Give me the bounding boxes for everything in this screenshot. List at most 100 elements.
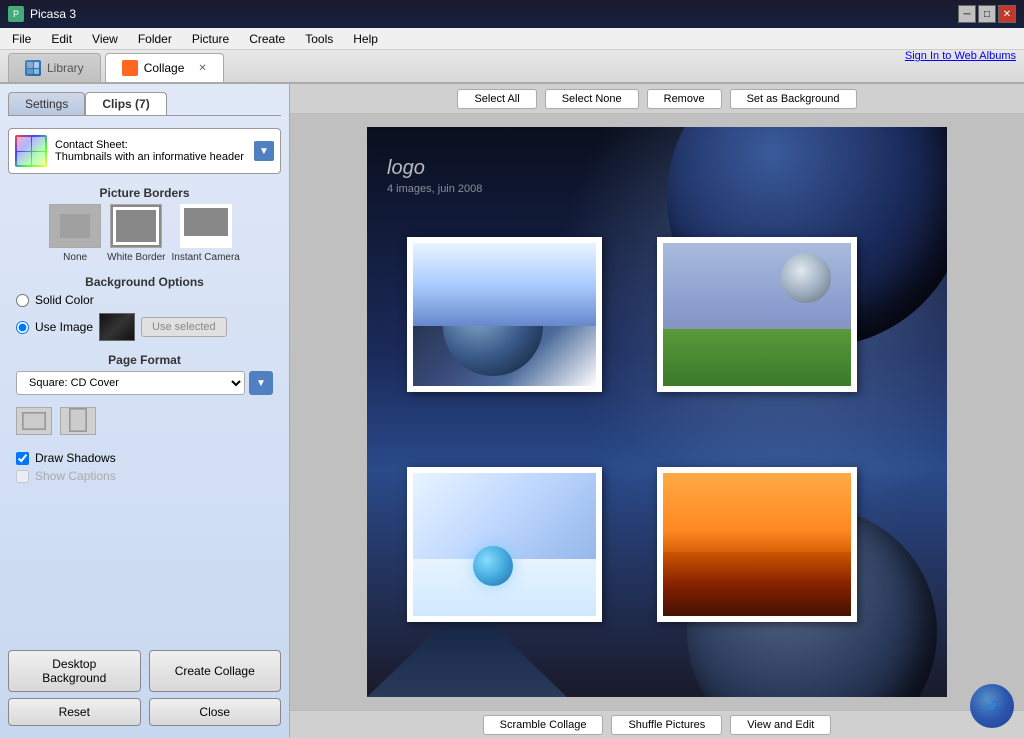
library-icon <box>25 60 41 76</box>
bottom-buttons: Desktop Background Create Collage Reset … <box>8 646 281 730</box>
tab-close-icon[interactable]: ✕ <box>198 63 206 74</box>
size-icon-portrait[interactable] <box>60 407 96 435</box>
logo-subtext: 4 images, juin 2008 <box>387 183 482 195</box>
picture-borders-section: Picture Borders None White Border <box>8 182 281 263</box>
use-image-row: Use Image Use selected <box>16 313 273 341</box>
photo3-orb <box>473 546 513 586</box>
border-white-label: White Border <box>107 252 165 263</box>
collage-icon <box>122 60 138 76</box>
use-selected-button[interactable]: Use selected <box>141 317 227 337</box>
top-btn-row: Desktop Background Create Collage <box>8 650 281 692</box>
none-icon <box>60 214 90 238</box>
remove-button[interactable]: Remove <box>647 89 722 109</box>
web-albums-link[interactable]: Sign In to Web Albums <box>905 50 1016 62</box>
watermark: 🔵 <box>970 684 1014 728</box>
solid-color-radio[interactable] <box>16 294 29 307</box>
create-collage-button[interactable]: Create Collage <box>149 650 282 692</box>
menu-picture[interactable]: Picture <box>184 30 237 48</box>
contact-sheet-icon <box>15 135 47 167</box>
border-none-thumb <box>49 204 101 248</box>
draw-shadows-label: Draw Shadows <box>35 451 116 465</box>
picture-borders-header: Picture Borders <box>8 186 281 200</box>
solid-color-label: Solid Color <box>35 293 94 307</box>
photo2-field <box>663 329 851 386</box>
logo-text: logo <box>387 157 425 180</box>
photo-thumb-1[interactable] <box>407 237 602 392</box>
menu-folder[interactable]: Folder <box>130 30 180 48</box>
border-none-label: None <box>63 252 87 263</box>
subtab-settings[interactable]: Settings <box>8 92 85 115</box>
contact-sheet-selector[interactable]: Contact Sheet: Thumbnails with an inform… <box>8 128 281 174</box>
draw-shadows-checkbox[interactable] <box>16 452 29 465</box>
show-captions-label: Show Captions <box>35 469 116 483</box>
right-panel: Select All Select None Remove Set as Bac… <box>290 84 1024 738</box>
photo-thumb-2[interactable] <box>657 237 857 392</box>
photo1-sky <box>413 243 596 326</box>
border-options: None White Border Instant Camera <box>8 204 281 263</box>
show-captions-row: Show Captions <box>16 469 273 483</box>
close-panel-button[interactable]: Close <box>149 698 282 726</box>
collage-toolbar: Select All Select None Remove Set as Bac… <box>290 84 1024 114</box>
border-white-thumb <box>110 204 162 248</box>
photo2-moon <box>781 253 831 303</box>
tab-collage[interactable]: Collage ✕ <box>105 53 224 82</box>
border-instant-label: Instant Camera <box>171 252 239 263</box>
menu-edit[interactable]: Edit <box>43 30 80 48</box>
solid-color-row: Solid Color <box>16 293 273 307</box>
app-icon: P <box>8 6 24 22</box>
show-captions-checkbox[interactable] <box>16 470 29 483</box>
border-instant-thumb <box>180 204 232 248</box>
scramble-collage-button[interactable]: Scramble Collage <box>483 715 604 735</box>
size-icon-landscape[interactable] <box>16 407 52 435</box>
draw-shadows-row: Draw Shadows <box>16 451 273 465</box>
menu-tools[interactable]: Tools <box>297 30 341 48</box>
contact-sheet-text: Contact Sheet: Thumbnails with an inform… <box>55 139 246 163</box>
menu-help[interactable]: Help <box>345 30 386 48</box>
close-button[interactable]: ✕ <box>998 5 1016 23</box>
border-instant-option[interactable]: Instant Camera <box>171 204 239 263</box>
select-none-button[interactable]: Select None <box>545 89 639 109</box>
landscape-icon <box>22 412 46 430</box>
menubar: File Edit View Folder Picture Create Too… <box>0 28 1024 50</box>
format-select[interactable]: Square: CD Cover <box>16 371 245 395</box>
shuffle-pictures-button[interactable]: Shuffle Pictures <box>611 715 722 735</box>
checkboxes-section: Draw Shadows Show Captions <box>8 447 281 487</box>
titlebar-controls: ─ □ ✕ <box>958 5 1016 23</box>
desktop-background-button[interactable]: Desktop Background <box>8 650 141 692</box>
reset-button[interactable]: Reset <box>8 698 141 726</box>
contact-sheet-dropdown-arrow[interactable]: ▼ <box>254 141 274 161</box>
background-options-section: Background Options Solid Color Use Image… <box>8 271 281 341</box>
select-all-button[interactable]: Select All <box>457 89 536 109</box>
menu-file[interactable]: File <box>4 30 39 48</box>
collage-frame: logo 4 images, juin 2008 <box>367 127 947 697</box>
border-none-option[interactable]: None <box>49 204 101 263</box>
photo-thumb-4[interactable] <box>657 467 857 622</box>
collage-bottom-toolbar: Scramble Collage Shuffle Pictures View a… <box>290 710 1024 738</box>
tab-library[interactable]: Library <box>8 53 101 82</box>
collage-canvas: logo 4 images, juin 2008 <box>290 114 1024 710</box>
border-white-option[interactable]: White Border <box>107 204 165 263</box>
use-image-radio[interactable] <box>16 321 29 334</box>
app-title: Picasa 3 <box>30 7 76 21</box>
photo4-water <box>663 552 851 616</box>
menu-view[interactable]: View <box>84 30 126 48</box>
tab-library-label: Library <box>47 61 84 75</box>
format-select-row: Square: CD Cover ▼ <box>16 371 273 395</box>
tabbar: Library Collage ✕ <box>0 50 1024 84</box>
use-image-label: Use Image <box>35 320 93 334</box>
page-size-icons <box>8 403 281 439</box>
background-options: Solid Color Use Image Use selected <box>8 293 281 341</box>
set-as-background-button[interactable]: Set as Background <box>730 89 857 109</box>
tab-collage-label: Collage <box>144 61 185 75</box>
maximize-button[interactable]: □ <box>978 5 996 23</box>
main-layout: Settings Clips (7) Contact Sheet: Thumbn… <box>0 84 1024 738</box>
format-dropdown-btn[interactable]: ▼ <box>249 371 273 395</box>
left-panel: Settings Clips (7) Contact Sheet: Thumbn… <box>0 84 290 738</box>
menu-create[interactable]: Create <box>241 30 293 48</box>
photo-thumb-3[interactable] <box>407 467 602 622</box>
minimize-button[interactable]: ─ <box>958 5 976 23</box>
bottom-btn-row: Reset Close <box>8 698 281 726</box>
portrait-icon <box>69 408 87 432</box>
subtab-clips[interactable]: Clips (7) <box>85 92 166 115</box>
view-and-edit-button[interactable]: View and Edit <box>730 715 831 735</box>
